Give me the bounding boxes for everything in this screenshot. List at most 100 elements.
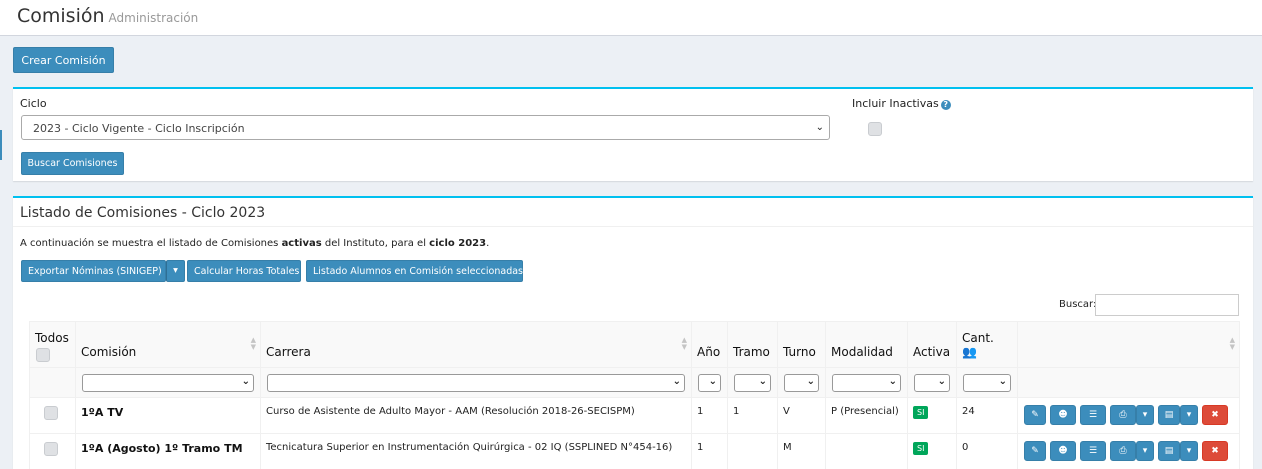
cell-comision: 1ºA TV — [75, 397, 261, 434]
export-nominas-button[interactable]: Exportar Nóminas (SINIGEP) — [21, 260, 166, 282]
col-activa-label: Activa — [913, 345, 951, 359]
filter-activa-select[interactable]: ⌄ — [914, 374, 950, 392]
col-comision[interactable]: Comisión ▲ ▼ — [75, 321, 261, 368]
intro-bold-ciclo: ciclo 2023 — [429, 238, 487, 249]
filter-carrera-select[interactable]: ⌄ — [267, 374, 685, 392]
caret-down-icon: ▾ — [173, 265, 178, 276]
export-dropdown-toggle[interactable]: ▾ — [166, 260, 185, 282]
page-subtitle: Administración — [108, 11, 199, 25]
select-all-checkbox[interactable] — [36, 348, 50, 362]
col-cant[interactable]: Cant. 👥 — [956, 321, 1018, 368]
search-input[interactable] — [1095, 294, 1239, 316]
filter-cell-anio: ⌄ — [691, 367, 728, 398]
table-row: 1ºA TV Curso de Asistente de Adulto Mayo… — [29, 397, 1240, 434]
filter-cell-tramo: ⌄ — [727, 367, 778, 398]
row-checkbox[interactable] — [44, 406, 58, 420]
chevron-down-icon: ⌄ — [815, 121, 824, 133]
col-todos: Todos — [29, 321, 76, 368]
list-intro: A continuación se muestra el listado de … — [20, 238, 489, 249]
print-icon[interactable]: ⎙ — [1110, 405, 1136, 425]
commissions-table: Todos Comisión ▲ ▼ Carrera ▲ ▼ Año Tramo Tur… — [29, 321, 1240, 469]
intro-text-2: del Instituto, para el — [321, 238, 430, 249]
list-icon[interactable]: ☰ — [1080, 405, 1106, 425]
caret-down-icon[interactable]: ▾ — [1180, 441, 1198, 461]
file-icon[interactable]: ▤ — [1158, 441, 1180, 461]
intro-bold-activas: activas — [281, 238, 322, 249]
page-title-text: Comisión — [17, 5, 105, 27]
search-commissions-button[interactable]: Buscar Comisiones — [21, 152, 124, 175]
cell-tramo: 1 — [727, 397, 778, 434]
filter-cell-activa: ⌄ — [907, 367, 957, 398]
filter-cell-carrera: ⌄ — [260, 367, 692, 398]
cell-anio: 1 — [691, 397, 728, 434]
cell-cant: 0 — [956, 433, 1018, 469]
edit-icon[interactable]: ✎ — [1024, 405, 1046, 425]
cell-activa: SI — [907, 433, 957, 469]
filter-cell-cant: ⌄ — [956, 367, 1018, 398]
col-actions: ▲ ▼ — [1017, 321, 1240, 368]
ciclo-select-value: 2023 - Ciclo Vigente - Ciclo Inscripción — [33, 122, 245, 135]
sort-icon: ▲ ▼ — [1229, 336, 1235, 351]
col-anio[interactable]: Año — [691, 321, 728, 368]
chevron-down-icon: ⌄ — [937, 376, 946, 387]
sort-icon: ▲ ▼ — [681, 336, 687, 351]
cell-actions: ✎ ☻ ☰ ⎙ ▾ ▤ ▾ ✖ — [1017, 397, 1240, 434]
print-icon[interactable]: ⎙ — [1110, 441, 1136, 461]
caret-down-icon[interactable]: ▾ — [1136, 405, 1154, 425]
sort-icon: ▲ ▼ — [250, 336, 256, 351]
create-commission-button[interactable]: Crear Comisión — [13, 47, 114, 73]
col-turno[interactable]: Turno — [777, 321, 826, 368]
col-modalidad[interactable]: Modalidad — [825, 321, 908, 368]
col-tramo-label: Tramo — [733, 345, 770, 359]
chevron-down-icon: ⌄ — [888, 376, 897, 387]
filter-cell-comision: ⌄ — [75, 367, 261, 398]
chevron-down-icon: ⌄ — [758, 376, 767, 387]
ciclo-label: Ciclo — [20, 97, 47, 110]
filter-box: Ciclo 2023 - Ciclo Vigente - Ciclo Inscr… — [13, 87, 1253, 181]
filter-cell-actions — [1017, 367, 1240, 398]
trash-icon[interactable]: ✖ — [1202, 405, 1228, 425]
cell-turno: V — [777, 397, 826, 434]
ciclo-select[interactable]: 2023 - Ciclo Vigente - Ciclo Inscripción… — [21, 115, 830, 140]
filter-turno-select[interactable]: ⌄ — [784, 374, 819, 392]
col-cant-label: Cant. — [962, 331, 994, 345]
filter-anio-select[interactable]: ⌄ — [698, 374, 721, 392]
filter-cell-turno: ⌄ — [777, 367, 826, 398]
chevron-down-icon: ⌄ — [998, 376, 1007, 387]
row-checkbox[interactable] — [44, 442, 58, 456]
calcular-horas-button[interactable]: Calcular Horas Totales — [187, 260, 301, 282]
inactivas-label-text: Incluir Inactivas — [852, 97, 939, 110]
list-icon[interactable]: ☰ — [1080, 441, 1106, 461]
cell-cant: 24 — [956, 397, 1018, 434]
cell-actions: ✎ ☻ ☰ ⎙ ▾ ▤ ▾ ✖ — [1017, 433, 1240, 469]
filter-cant-select[interactable]: ⌄ — [963, 374, 1011, 392]
col-activa[interactable]: Activa — [907, 321, 957, 368]
cell-activa: SI — [907, 397, 957, 434]
file-icon[interactable]: ▤ — [1158, 405, 1180, 425]
col-tramo[interactable]: Tramo — [727, 321, 778, 368]
help-icon[interactable]: ? — [940, 100, 951, 110]
inactivas-checkbox[interactable] — [868, 122, 882, 136]
listado-alumnos-button[interactable]: Listado Alumnos en Comisión seleccionada… — [306, 260, 523, 282]
col-carrera-label: Carrera — [266, 345, 311, 359]
trash-icon[interactable]: ✖ — [1202, 441, 1228, 461]
edit-icon[interactable]: ✎ — [1024, 441, 1046, 461]
col-carrera[interactable]: Carrera ▲ ▼ — [260, 321, 692, 368]
cell-comision: 1ºA (Agosto) 1º Tramo TM — [75, 433, 261, 469]
filter-comision-select[interactable]: ⌄ — [82, 374, 254, 392]
filter-tramo-select[interactable]: ⌄ — [734, 374, 771, 392]
caret-down-icon[interactable]: ▾ — [1180, 405, 1198, 425]
status-badge: SI — [913, 442, 929, 455]
filter-cell-empty — [29, 367, 76, 398]
group-icon[interactable]: ☻ — [1050, 405, 1076, 425]
row-select-cell — [29, 433, 76, 469]
status-badge: SI — [913, 406, 929, 419]
filter-modalidad-select[interactable]: ⌄ — [832, 374, 901, 392]
sidebar-edge — [0, 130, 2, 160]
cell-carrera: Tecnicatura Superior en Instrumentación … — [260, 433, 692, 469]
caret-down-icon[interactable]: ▾ — [1136, 441, 1154, 461]
chevron-down-icon: ⌄ — [672, 376, 681, 387]
group-icon[interactable]: ☻ — [1050, 441, 1076, 461]
list-box: Listado de Comisiones - Ciclo 2023 A con… — [13, 196, 1253, 469]
users-icon: 👥 — [962, 345, 977, 359]
